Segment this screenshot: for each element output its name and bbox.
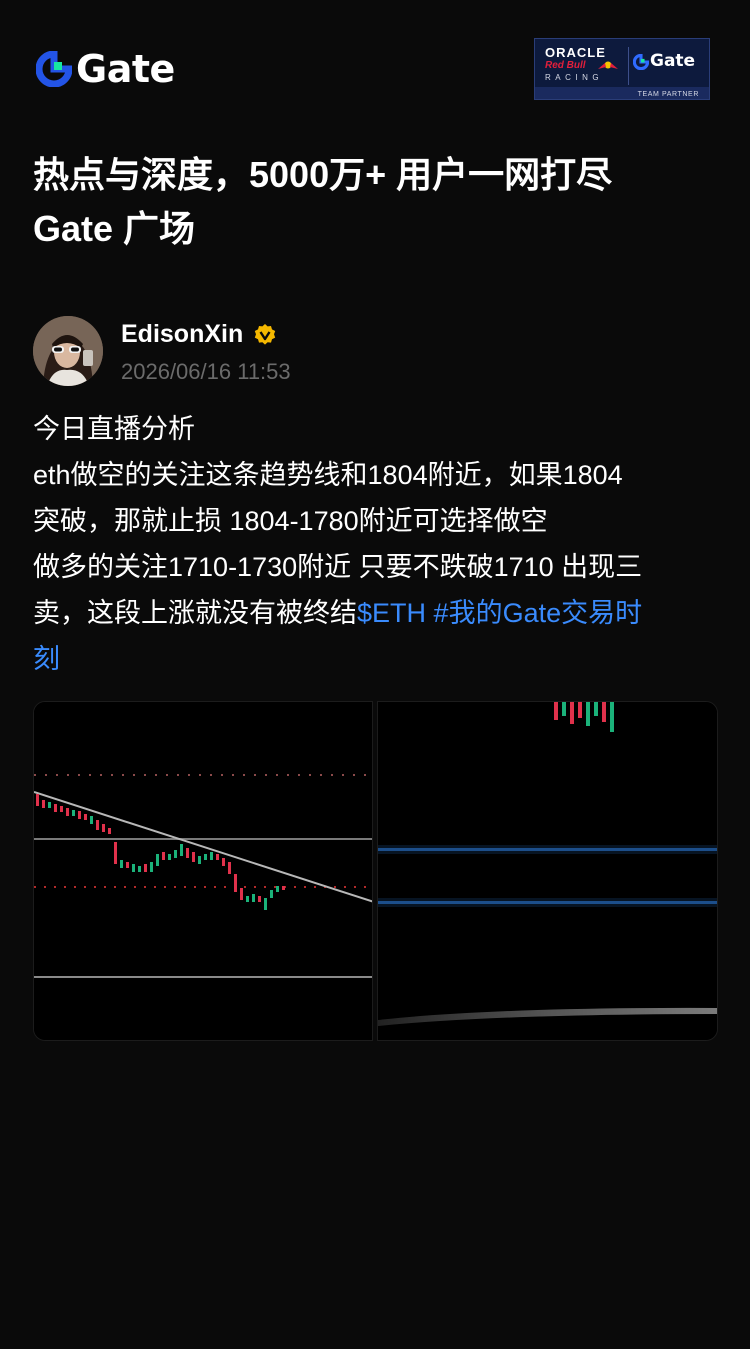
bull-icon [598,61,618,69]
post-line-with-tags: 卖，这段上涨就没有被终结$ETH #我的Gate交易时 [33,590,723,636]
post-line-text: 卖，这段上涨就没有被终结 [33,598,357,628]
cashtag-eth-link[interactable]: $ETH [357,598,426,628]
redbull-label: Red Bull [545,60,586,71]
badge-divider [628,47,629,85]
avatar[interactable] [33,316,103,386]
badge-gate-text: Gate [650,51,696,71]
hashtag-gate-trading-link-cont[interactable]: 刻 [33,636,723,682]
hashtag-gate-trading-link[interactable]: #我的Gate交易时 [434,598,643,628]
chart-screenshot-2[interactable] [377,701,718,1041]
chart-image-2 [378,702,717,1040]
post-author: EdisonXin 2026/06/16 11:53 [33,316,723,388]
app-header: Gate ORACLE Red Bull RACING Gate TEAM PA… [0,0,750,120]
verified-badge-icon [255,323,276,345]
author-name-row: EdisonXin [121,320,277,349]
post-line: 突破，那就止损 1804-1780附近可选择做空 [33,506,548,536]
chart-screenshot-1[interactable] [33,701,373,1041]
racing-label: RACING [545,73,604,82]
chart-image-1 [34,702,372,1040]
gate-logo-icon [633,53,649,70]
team-partner-label: TEAM PARTNER [637,91,699,98]
hero-title-line: 热点与深度，5000万+ 用户一网打尽 [33,154,613,195]
post-timestamp: 2026/06/16 11:53 [121,359,291,384]
hero-title-line: Gate 广场 [33,208,196,249]
post-line: eth做空的关注这条趋势线和1804附近，如果1804 [33,460,623,490]
gate-logo[interactable]: Gate [36,50,175,88]
post-body: 今日直播分析 eth做空的关注这条趋势线和1804附近，如果1804 突破，那就… [33,406,723,682]
badge-gate-logo: Gate [633,53,695,70]
hero-title: 热点与深度，5000万+ 用户一网打尽 Gate 广场 [33,148,723,256]
post-line: 今日直播分析 [33,414,195,444]
author-name[interactable]: EdisonXin [121,320,243,349]
avatar-image [33,316,103,386]
team-partner-badge: ORACLE Red Bull RACING Gate TEAM PARTNER [534,38,710,100]
oracle-label: ORACLE [545,45,606,60]
post-line: 做多的关注1710-1730附近 只要不跌破1710 出现三 [33,552,643,582]
post-images [33,701,718,1041]
gate-logo-icon [36,51,72,87]
logo-text: Gate [76,47,175,91]
